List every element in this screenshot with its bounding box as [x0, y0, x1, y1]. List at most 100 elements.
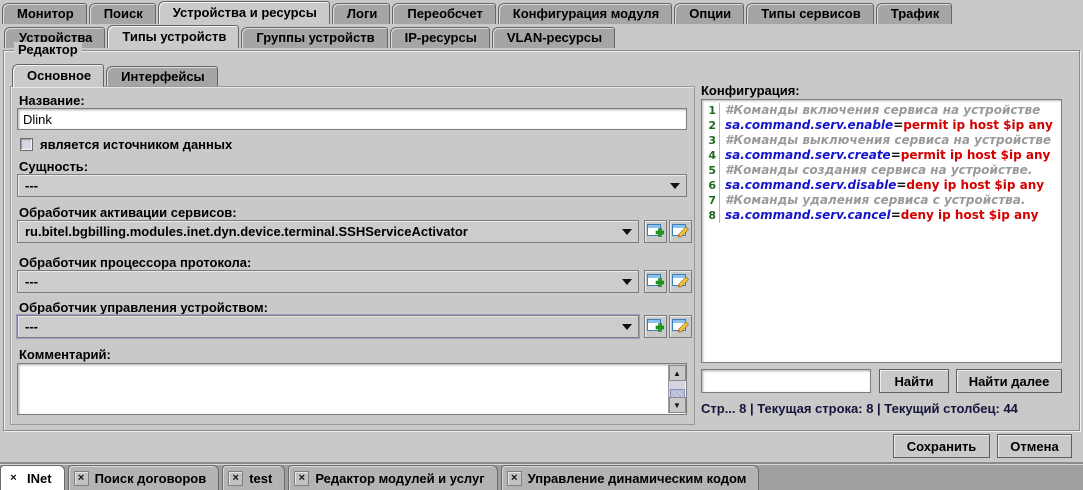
window-add-icon — [647, 224, 664, 239]
activator-add-button[interactable] — [644, 220, 667, 243]
config-status-line: Стр... 8 | Текущая строка: 8 | Текущий с… — [701, 401, 1062, 418]
close-icon[interactable]: × — [507, 471, 522, 486]
protocol-label: Обработчик процессора протокола: — [19, 255, 251, 270]
line-number: 6 — [702, 178, 720, 193]
tab-ip-ресурсы[interactable]: IP-ресурсы — [390, 27, 490, 48]
module-tab-bar: МониторПоискУстройства и ресурсыЛогиПере… — [2, 1, 954, 24]
config-value: deny ip host $ip any — [901, 208, 1039, 223]
window-edit-icon — [672, 224, 689, 239]
manager-edit-button[interactable] — [669, 315, 692, 338]
tab-трафик[interactable]: Трафик — [876, 3, 953, 24]
open-tab-label: Управление динамическим кодом — [528, 471, 747, 486]
chevron-down-icon — [622, 229, 632, 235]
config-line-8: 8sa.command.serv.cancel=deny ip host $ip… — [702, 208, 1061, 223]
activator-combobox-value: ru.bitel.bgbilling.modules.inet.dyn.devi… — [25, 224, 468, 239]
line-number: 8 — [702, 208, 720, 223]
app-window: { "top_tabs": { "items": [ {"label": "Мо… — [0, 0, 1083, 490]
line-number: 2 — [702, 118, 720, 133]
close-icon[interactable]: × — [6, 471, 21, 486]
tab-поиск[interactable]: Поиск — [89, 3, 156, 24]
open-tab-inet[interactable]: × INet — [0, 465, 65, 490]
datasource-checkbox-row[interactable]: является источником данных — [20, 137, 232, 152]
editor-groupbox: Редактор ОсновноеИнтерфейсы Название: яв… — [3, 50, 1080, 431]
activator-combobox[interactable]: ru.bitel.bgbilling.modules.inet.dyn.devi… — [17, 220, 639, 243]
config-equals: = — [893, 118, 903, 133]
close-icon[interactable]: × — [294, 471, 309, 486]
open-tab-управление-динамическим-кодом[interactable]: × Управление динамическим кодом — [501, 465, 760, 490]
tab-монитор[interactable]: Монитор — [2, 3, 87, 24]
scroll-down-icon[interactable]: ▼ — [669, 397, 686, 413]
close-icon[interactable]: × — [228, 471, 243, 486]
editor-tab-основное[interactable]: Основное — [12, 64, 104, 87]
manager-label: Обработчик управления устройством: — [19, 300, 268, 315]
open-tab-поиск-договоров[interactable]: ×Поиск договоров — [68, 465, 220, 490]
config-line-1: 1#Команды включения сервиса на устройств… — [702, 103, 1061, 118]
config-line-2: 2sa.command.serv.enable=permit ip host $… — [702, 118, 1061, 133]
config-search-input[interactable] — [701, 369, 871, 393]
config-equals: = — [896, 178, 906, 193]
entity-combobox[interactable]: --- — [17, 174, 687, 197]
config-comment: #Команды включения сервиса на устройстве — [725, 103, 1040, 118]
config-key: sa.command.serv.create — [725, 148, 891, 163]
resource-tab-bar: УстройстваТипы устройствГруппы устройств… — [4, 25, 617, 48]
close-icon[interactable]: × — [74, 471, 89, 486]
config-key: sa.command.serv.disable — [725, 178, 896, 193]
find-next-button[interactable]: Найти далее — [956, 369, 1062, 393]
config-comment: #Команды создания сервиса на устройстве. — [725, 163, 1032, 178]
comment-textarea[interactable]: ▲ ▼ — [17, 363, 687, 415]
datasource-checkbox-label: является источником данных — [40, 137, 232, 152]
config-line-5: 5 #Команды создания сервиса на устройстве… — [702, 163, 1061, 178]
manager-combobox[interactable]: --- — [17, 315, 639, 338]
editor-tab-bar: ОсновноеИнтерфейсы — [12, 64, 220, 87]
activator-label: Обработчик активации сервисов: — [19, 205, 237, 220]
tab-логи[interactable]: Логи — [332, 3, 390, 24]
config-line-7: 7#Команды удаления сервиса с устройства. — [702, 193, 1061, 208]
datasource-checkbox[interactable] — [20, 138, 33, 151]
line-number: 7 — [702, 193, 720, 208]
tab-переобсчет[interactable]: Переобсчет — [392, 3, 495, 24]
name-label: Название: — [19, 93, 85, 108]
manager-combobox-value: --- — [25, 319, 38, 334]
config-value: permit ip host $ip any — [901, 148, 1051, 163]
editor-form-panel: Название: является источником данных Сущ… — [10, 86, 695, 425]
comment-label: Комментарий: — [19, 347, 111, 362]
open-tab-label: INet — [27, 471, 52, 486]
editor-tab-интерфейсы[interactable]: Интерфейсы — [106, 66, 218, 87]
config-line-3: 3#Команды выключения сервиса на устройст… — [702, 133, 1061, 148]
scroll-up-icon[interactable]: ▲ — [669, 365, 686, 381]
tab-vlan-ресурсы[interactable]: VLAN-ресурсы — [492, 27, 615, 48]
save-button[interactable]: Сохранить — [893, 434, 990, 458]
protocol-edit-button[interactable] — [669, 270, 692, 293]
name-input[interactable] — [17, 108, 687, 130]
tab-типы-сервисов[interactable]: Типы сервисов — [746, 3, 874, 24]
editor-group-title: Редактор — [14, 42, 82, 57]
config-equals: = — [891, 208, 901, 223]
open-tab-test[interactable]: × test — [222, 465, 285, 490]
cancel-button[interactable]: Отмена — [997, 434, 1072, 458]
config-equals: = — [891, 148, 901, 163]
protocol-add-button[interactable] — [644, 270, 667, 293]
window-edit-icon — [672, 274, 689, 289]
comment-scrollbar[interactable]: ▲ ▼ — [668, 365, 685, 413]
config-value: deny ip host $ip any — [906, 178, 1044, 193]
tab-группы-устройств[interactable]: Группы устройств — [241, 27, 387, 48]
line-number: 5 — [702, 163, 720, 178]
config-line-4: 4 sa.command.serv.create=permit ip host $… — [702, 148, 1061, 163]
activator-edit-button[interactable] — [669, 220, 692, 243]
manager-add-button[interactable] — [644, 315, 667, 338]
line-number: 4 — [702, 148, 720, 163]
open-tab-label: Редактор модулей и услуг — [315, 471, 484, 486]
open-tab-редактор-модулей-и-услуг[interactable]: × Редактор модулей и услуг — [288, 465, 497, 490]
protocol-combobox[interactable]: --- — [17, 270, 639, 293]
chevron-down-icon — [670, 183, 680, 189]
tab-устройства-и-ресурсы[interactable]: Устройства и ресурсы — [158, 1, 330, 24]
find-button[interactable]: Найти — [879, 369, 949, 393]
window-add-icon — [647, 274, 664, 289]
tab-типы-устройств[interactable]: Типы устройств — [107, 25, 239, 48]
config-editor[interactable]: 1#Команды включения сервиса на устройств… — [701, 99, 1062, 363]
open-tab-label: test — [249, 471, 272, 486]
config-key: sa.command.serv.enable — [725, 118, 893, 133]
config-comment: #Команды выключения сервиса на устройств… — [725, 133, 1051, 148]
tab-опции[interactable]: Опции — [674, 3, 744, 24]
tab-конфигурация-модуля[interactable]: Конфигурация модуля — [498, 3, 672, 24]
